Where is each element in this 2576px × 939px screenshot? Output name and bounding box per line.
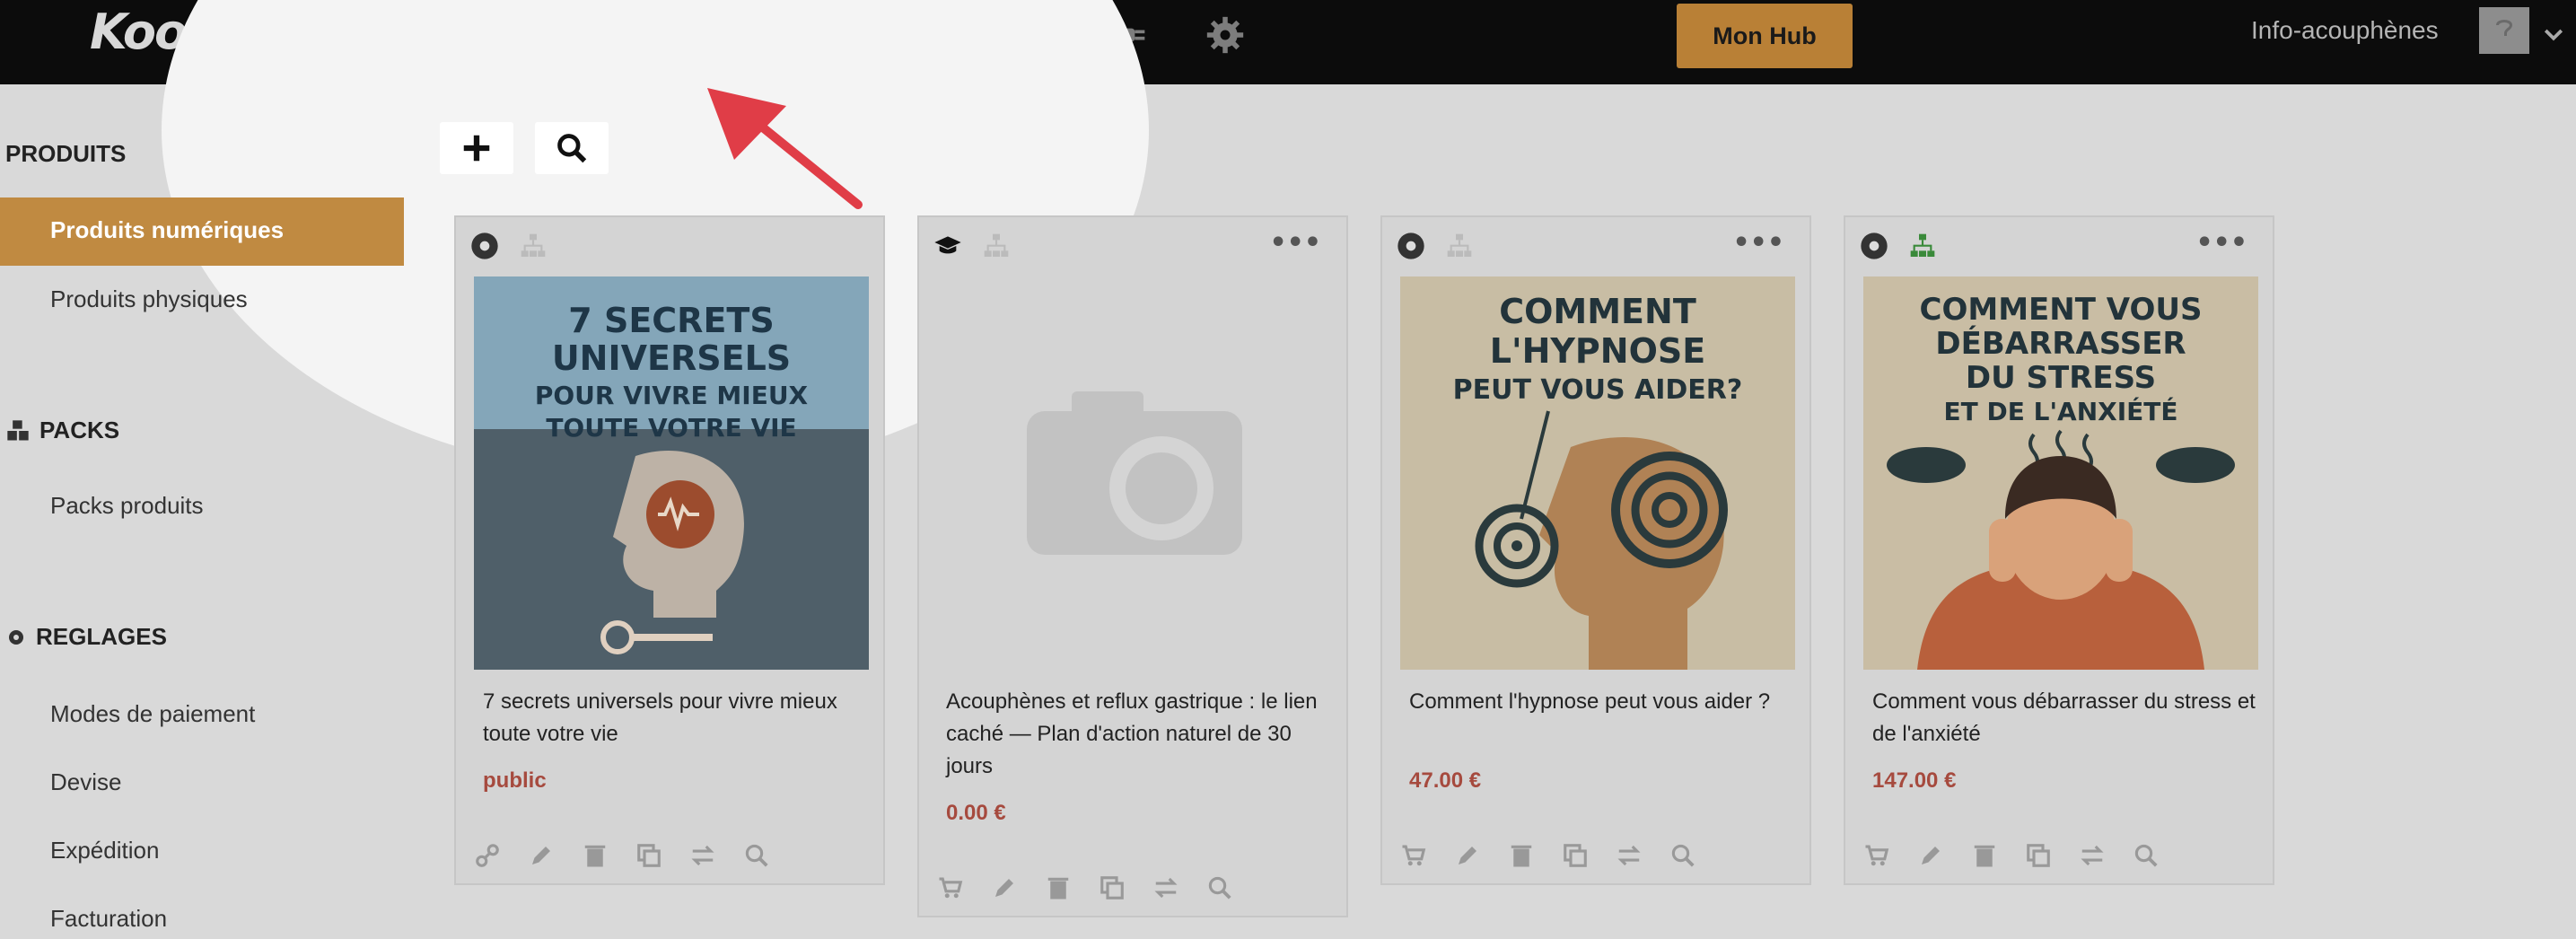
sidebar-item-facturation[interactable]: Facturation: [50, 905, 167, 933]
sidebar-heading-packs: PACKS: [5, 417, 119, 444]
card-actions: [935, 873, 1235, 903]
product-title[interactable]: Comment vous débarrasser du stress et de…: [1872, 686, 2258, 750]
delete-icon[interactable]: [1506, 840, 1537, 871]
card-actions: [1862, 840, 2161, 871]
search-button[interactable]: [535, 122, 609, 174]
sidebar-item-packs-produits[interactable]: Packs produits: [50, 492, 204, 520]
preview-search-icon[interactable]: [741, 840, 772, 871]
delete-icon[interactable]: [1969, 840, 2000, 871]
sitemap-icon[interactable]: [1908, 232, 1937, 260]
digital-product-icon: [471, 233, 498, 259]
product-title[interactable]: Acouphènes et reflux gastrique : le lien…: [946, 686, 1332, 783]
gear-icon[interactable]: [1203, 13, 1248, 57]
chevron-down-icon[interactable]: [2540, 22, 2567, 48]
sidebar-item-produits-physiques[interactable]: Produits physiques: [50, 285, 248, 313]
product-image: 7 SECRETS UNIVERSELS POUR VIVRE MIEUX TO…: [474, 276, 869, 670]
digital-product-icon: [1398, 233, 1424, 259]
product-title[interactable]: 7 secrets universels pour vivre mieux to…: [483, 686, 869, 750]
edit-icon[interactable]: [1915, 840, 1946, 871]
digital-product-icon: [1861, 233, 1888, 259]
transfer-icon[interactable]: [688, 840, 718, 871]
product-title[interactable]: Comment l'hypnose peut vous aider ?: [1409, 686, 1795, 718]
sitemap-icon[interactable]: [982, 232, 1011, 260]
image-text: POUR VIVRE MIEUX: [535, 381, 809, 410]
product-price: 147.00 €: [1872, 768, 1957, 793]
duplicate-icon[interactable]: [1097, 873, 1127, 903]
transfer-icon[interactable]: [1614, 840, 1644, 871]
product-card[interactable]: ••• COMMENT VOUS DÉBARRASSER DU STRESS E…: [1844, 215, 2274, 885]
graduation-cap-icon: [934, 236, 961, 254]
cart-icon[interactable]: [1862, 840, 1892, 871]
sidebar-item-modes-de-paiement[interactable]: Modes de paiement: [50, 700, 255, 728]
card-actions: [472, 840, 772, 871]
add-icon: [463, 135, 490, 162]
duplicate-icon[interactable]: [2023, 840, 2054, 871]
sidebar-heading-produits: PRODUITS: [5, 140, 127, 167]
account-name[interactable]: Info-acouphènes: [2251, 16, 2439, 45]
product-price: 0.00 €: [946, 801, 1006, 825]
image-text: PEUT VOUS AIDER?: [1453, 374, 1743, 406]
product-image: COMMENT L'HYPNOSE PEUT VOUS AIDER?: [1400, 276, 1795, 670]
camera-icon: [1027, 391, 1242, 555]
sitemap-icon[interactable]: [519, 232, 548, 260]
sitemap-icon[interactable]: [1445, 232, 1474, 260]
product-price: 47.00 €: [1409, 768, 1482, 793]
more-options-icon[interactable]: •••: [1269, 230, 1321, 257]
transfer-icon[interactable]: [2077, 840, 2107, 871]
sidebar-item-expedition[interactable]: Expédition: [50, 837, 159, 864]
product-card[interactable]: ••• COMMENT L'HYPNOSE PEUT VOUS AIDER? C…: [1380, 215, 1811, 885]
more-options-icon[interactable]: •••: [2195, 230, 2247, 257]
avatar[interactable]: [2479, 7, 2529, 54]
image-text: UNIVERSELS: [552, 338, 791, 378]
product-card[interactable]: ••• Acouphènes et reflux gastrique : le …: [917, 215, 1348, 917]
add-button[interactable]: [440, 122, 513, 174]
preview-search-icon[interactable]: [1205, 873, 1235, 903]
gear-icon: [9, 629, 23, 645]
image-text: TOUTE VOTRE VIE: [546, 413, 796, 443]
sidebar: PRODUITS Produits numériques Produits ph…: [0, 84, 413, 939]
edit-icon[interactable]: [526, 840, 556, 871]
link-icon[interactable]: [472, 840, 503, 871]
delete-icon[interactable]: [580, 840, 610, 871]
product-image-placeholder: [937, 276, 1332, 670]
card-actions: [1398, 840, 1698, 871]
product-card[interactable]: 7 SECRETS UNIVERSELS POUR VIVRE MIEUX TO…: [454, 215, 885, 885]
delete-icon[interactable]: [1043, 873, 1073, 903]
image-text: COMMENT: [1499, 292, 1696, 331]
image-text: ET DE L'ANXIÉTÉ: [1944, 396, 2178, 426]
image-text: DÉBARRASSER: [1935, 325, 2186, 362]
image-text: COMMENT VOUS: [1920, 292, 2203, 328]
edit-icon[interactable]: [1452, 840, 1483, 871]
cart-icon[interactable]: [935, 873, 966, 903]
preview-search-icon[interactable]: [1668, 840, 1698, 871]
image-text: 7 SECRETS: [568, 301, 774, 340]
sidebar-item-label[interactable]: Produits numériques: [50, 216, 284, 244]
edit-icon[interactable]: [989, 873, 1020, 903]
mon-hub-button[interactable]: Mon Hub: [1677, 4, 1853, 68]
search-icon: [557, 134, 587, 163]
duplicate-icon[interactable]: [634, 840, 664, 871]
duplicate-icon[interactable]: [1560, 840, 1590, 871]
annotation-arrow: [707, 88, 863, 209]
preview-search-icon[interactable]: [2131, 840, 2161, 871]
cubes-icon: [7, 419, 29, 440]
product-price: public: [483, 768, 547, 793]
image-text: DU STRESS: [1966, 360, 2156, 396]
product-image: COMMENT VOUS DÉBARRASSER DU STRESS ET DE…: [1863, 276, 2258, 670]
cart-icon[interactable]: [1398, 840, 1429, 871]
transfer-icon[interactable]: [1151, 873, 1181, 903]
sidebar-heading-reglages: REGLAGES: [5, 623, 167, 651]
image-text: L'HYPNOSE: [1490, 331, 1705, 371]
sidebar-item-devise[interactable]: Devise: [50, 768, 121, 796]
more-options-icon[interactable]: •••: [1732, 230, 1784, 257]
